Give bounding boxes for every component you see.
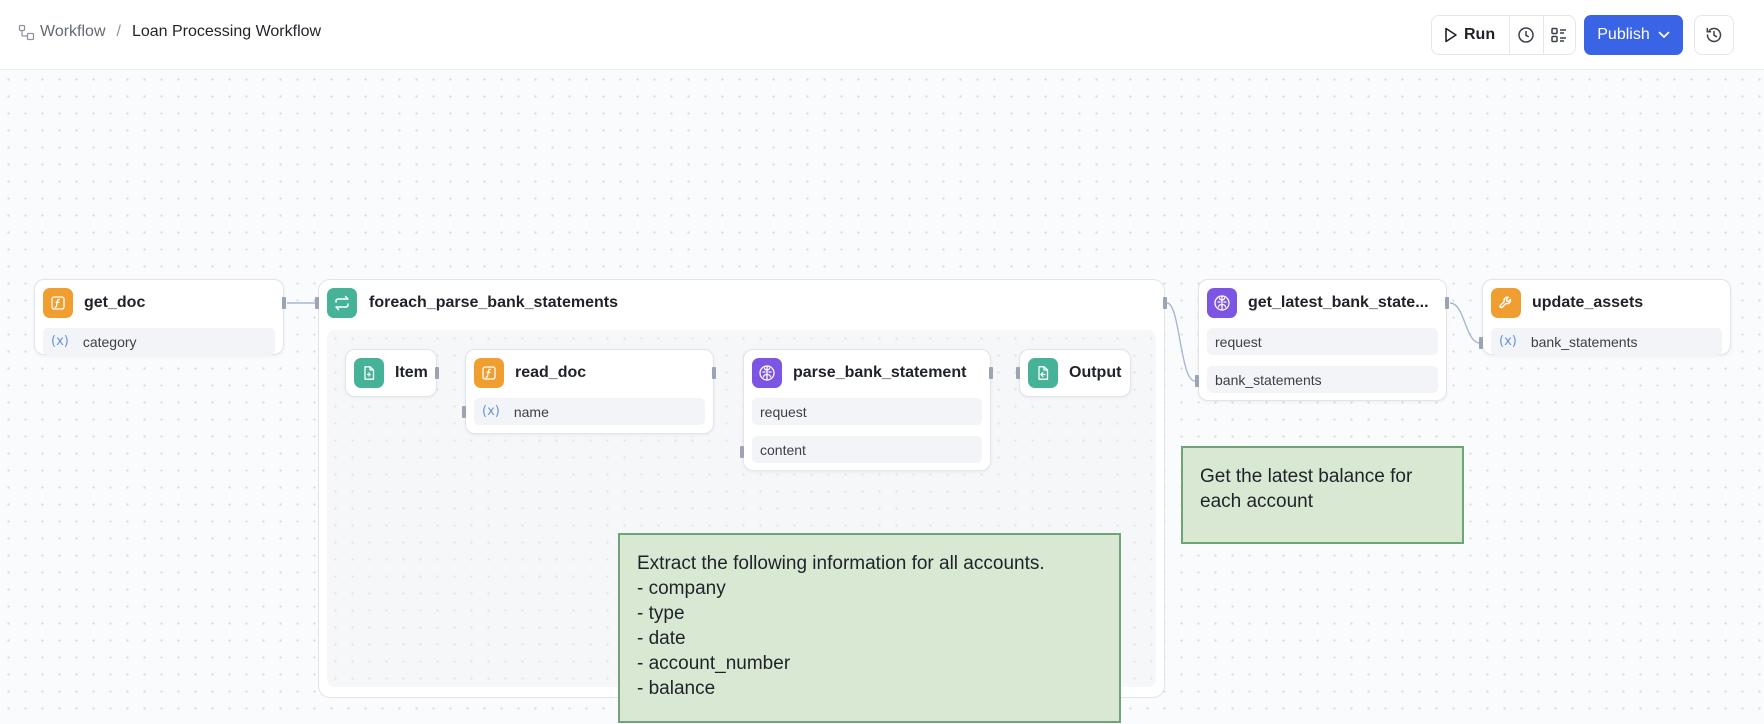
- chevron-down-icon: [1658, 31, 1670, 38]
- note-line: - date: [637, 628, 686, 649]
- port-out[interactable]: [1445, 297, 1449, 309]
- variable-icon: (x): [482, 404, 500, 419]
- version-history-button[interactable]: [1694, 15, 1734, 55]
- publish-label: Publish: [1597, 26, 1650, 43]
- run-toolbar: Run: [1431, 15, 1576, 55]
- note-line: Get the latest balance for: [1200, 466, 1413, 487]
- node-header: Item: [354, 358, 428, 388]
- port-in[interactable]: [315, 297, 319, 309]
- node-get-latest-bank-statements[interactable]: get_latest_bank_state... request bank_st…: [1198, 279, 1447, 401]
- clock-icon: [1518, 27, 1535, 43]
- field-name[interactable]: (x) name: [474, 398, 705, 425]
- loop-icon: [327, 288, 357, 318]
- history-icon: [1706, 27, 1722, 43]
- function-icon: [43, 288, 73, 318]
- variable-icon: (x): [51, 334, 69, 349]
- llm-brain-icon: [1207, 288, 1237, 318]
- llm-brain-icon: [752, 358, 782, 388]
- note-line: each account: [1200, 491, 1314, 512]
- play-icon: [1445, 27, 1457, 43]
- port-in[interactable]: [1195, 375, 1199, 387]
- port-in[interactable]: [462, 406, 466, 418]
- node-update-assets[interactable]: update_assets (x) bank_statements: [1482, 279, 1731, 355]
- top-bar: Workflow / Loan Processing Workflow Run …: [0, 0, 1764, 70]
- field-request[interactable]: request: [752, 398, 982, 425]
- document-output-icon: [1028, 358, 1058, 388]
- publish-button[interactable]: Publish: [1584, 15, 1683, 55]
- run-button[interactable]: Run: [1432, 16, 1511, 54]
- wrench-icon: [1491, 288, 1521, 318]
- port-out[interactable]: [435, 367, 439, 379]
- node-title: read_doc: [515, 364, 587, 381]
- workflow-icon: [18, 24, 35, 40]
- function-icon: [474, 358, 504, 388]
- note-line: - company: [637, 578, 726, 599]
- node-header: get_latest_bank_state...: [1207, 288, 1429, 318]
- document-input-icon: [354, 358, 384, 388]
- sticky-note-latest-balance[interactable]: Get the latest balance for each account: [1181, 446, 1464, 544]
- note-line: - account_number: [637, 653, 791, 674]
- node-title: update_assets: [1532, 294, 1644, 311]
- port-in[interactable]: [1016, 367, 1020, 379]
- note-line: - type: [637, 603, 685, 624]
- run-label: Run: [1464, 26, 1496, 43]
- field-content[interactable]: content: [752, 436, 982, 463]
- note-line: - balance: [637, 678, 716, 699]
- workflow-canvas[interactable]: get_doc (x) category foreach_parse_bank_…: [0, 71, 1764, 724]
- breadcrumb-current: Loan Processing Workflow: [131, 23, 322, 40]
- node-item[interactable]: Item: [345, 349, 437, 397]
- node-get-doc[interactable]: get_doc (x) category: [34, 279, 284, 355]
- breadcrumb: Workflow / Loan Processing Workflow: [18, 23, 321, 41]
- node-output[interactable]: Output: [1019, 349, 1131, 397]
- node-title: foreach_parse_bank_statements: [369, 294, 619, 311]
- node-header: parse_bank_statement: [752, 358, 966, 388]
- node-read-doc[interactable]: read_doc (x) name: [465, 349, 714, 434]
- node-title: get_doc: [84, 294, 146, 311]
- checklist-button[interactable]: [1542, 16, 1575, 54]
- port-in[interactable]: [740, 446, 744, 458]
- port-out[interactable]: [282, 297, 286, 309]
- node-title: Output: [1069, 364, 1122, 381]
- port-out[interactable]: [712, 367, 716, 379]
- node-header: read_doc: [474, 358, 586, 388]
- node-header: foreach_parse_bank_statements: [327, 288, 618, 318]
- node-parse-bank-statement[interactable]: parse_bank_statement request content: [743, 349, 991, 471]
- field-bank-statements[interactable]: bank_statements: [1207, 366, 1438, 393]
- note-line: Extract the following information for al…: [637, 553, 1045, 574]
- port-out[interactable]: [1163, 297, 1167, 309]
- checklist-icon: [1551, 27, 1567, 43]
- breadcrumb-root-link[interactable]: Workflow: [40, 23, 106, 41]
- field-category[interactable]: (x) category: [43, 328, 275, 355]
- field-request[interactable]: request: [1207, 328, 1438, 355]
- node-header: Output: [1028, 358, 1121, 388]
- run-history-button[interactable]: [1510, 16, 1542, 54]
- port-out[interactable]: [989, 367, 993, 379]
- node-title: get_latest_bank_state...: [1248, 294, 1429, 311]
- port-in[interactable]: [1479, 337, 1483, 349]
- field-bank-statements[interactable]: (x) bank_statements: [1491, 328, 1722, 355]
- sticky-note-extract-info[interactable]: Extract the following information for al…: [618, 533, 1121, 723]
- variable-icon: (x): [1499, 334, 1517, 349]
- node-header: get_doc: [43, 288, 145, 318]
- node-title: Item: [395, 364, 428, 381]
- edge-foreach-to-get-latest-request: [1166, 302, 1196, 382]
- breadcrumb-separator: /: [116, 23, 121, 40]
- node-title: parse_bank_statement: [793, 364, 967, 381]
- edge-get-latest-to-update-assets: [1449, 302, 1481, 344]
- node-header: update_assets: [1491, 288, 1643, 318]
